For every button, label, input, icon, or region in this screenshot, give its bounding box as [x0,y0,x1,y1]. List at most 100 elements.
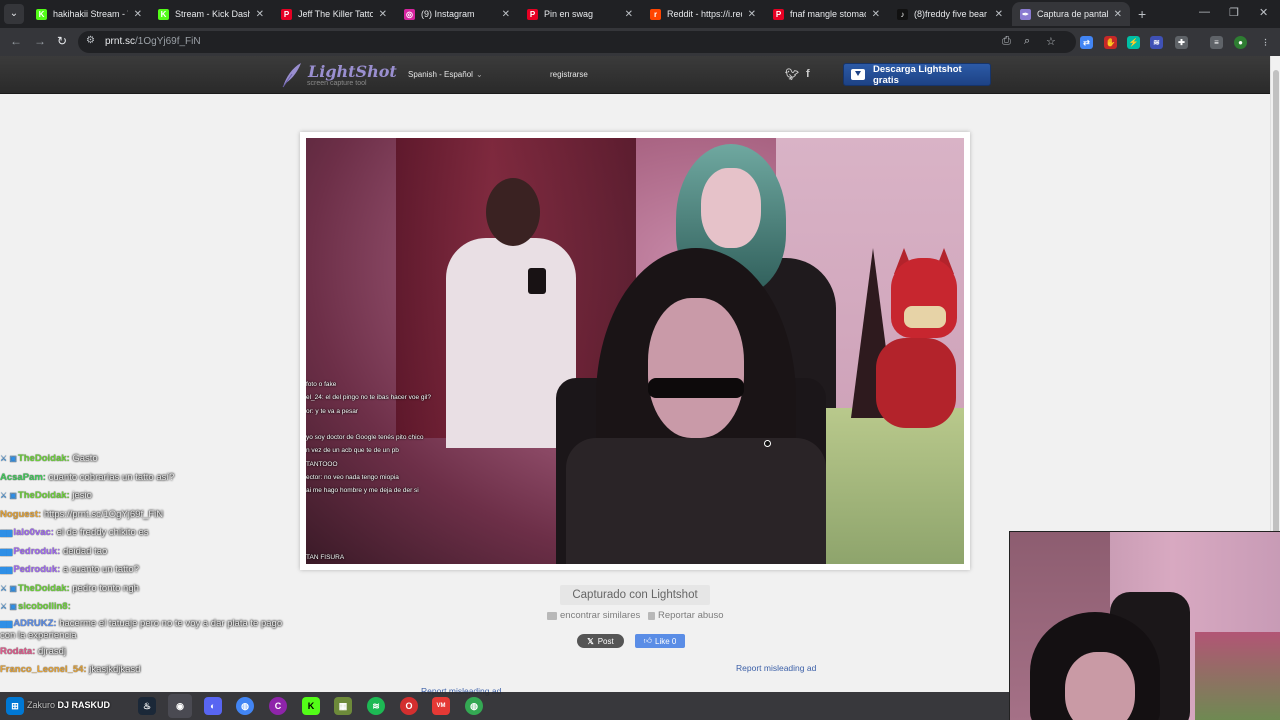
voicemod-icon[interactable]: VM [432,697,450,715]
screenshot-chat-line [306,524,506,537]
tab-favicon-icon: r [650,8,661,20]
chat-text: djrasdj [38,645,67,657]
chat-username[interactable]: Pedroduk: [13,564,60,575]
chat-username[interactable]: TheDoidak: [18,490,70,501]
chat-message: Franco_Leonel_54: jkasjkdjkasd [0,661,290,680]
close-tab-icon[interactable]: ✕ [748,9,756,20]
extensions-puzzle-icon[interactable]: ✚ [1175,36,1188,49]
browser-menu-icon[interactable]: ⋮ [1259,36,1272,49]
extension-audio-icon[interactable]: ≋ [1150,36,1163,49]
address-bar[interactable]: ⚙ prnt.sc/1OgYj69f_FiN ⎙ ⌕ ☆ [78,31,1076,53]
chat-message: ⚔ ▣TheDoidak: jesio [0,487,290,506]
browser-tab[interactable]: Pfnaf mangle stomach ✕ [765,2,888,26]
minimize-button[interactable]: — [1199,6,1210,18]
chat-text: el de freddy chikito es [56,527,149,538]
browser-tab[interactable]: ✒ Captura de pantalla ✕ [1012,2,1130,26]
screenshot-chat-line [306,498,506,511]
kick-icon[interactable]: K [302,697,320,715]
download-lightshot-button[interactable]: Descarga Lightshot gratis [843,63,991,86]
close-tab-icon[interactable]: ✕ [872,9,880,20]
reading-list-icon[interactable]: ≡ [1210,36,1223,49]
close-window-button[interactable]: ✕ [1259,6,1268,19]
chat-text: https://prnt.sc/1OgYj69f_FiN [43,508,164,520]
chat-username[interactable]: Franco_Leonel_54: [0,664,87,675]
sunglasses [648,378,744,398]
minecraft-icon[interactable]: ▦ [334,697,352,715]
screenshot-chat-line: foto o fake [306,381,337,388]
logo-tagline: screen capture tool [307,80,367,87]
close-tab-icon[interactable]: ✕ [134,9,142,20]
foxy-plush [876,338,956,428]
chrome-beta-icon[interactable]: ◍ [465,697,483,715]
discord-icon[interactable]: ◐ [204,697,222,715]
site-info-icon[interactable]: ⚙ [86,35,95,46]
forward-icon[interactable]: → [34,34,46,48]
streamer-face [648,298,744,438]
lightshot-logo[interactable]: LightShot screen capture tool [280,60,397,90]
browser-tab[interactable]: ♪ (8)freddy five bear ✕ [889,2,1011,26]
browser-tab[interactable]: r Reddit - https://i.red ✕ [642,2,764,26]
back-icon[interactable]: ← [10,34,22,48]
chat-username[interactable]: Noguest: [0,509,41,520]
close-tab-icon[interactable]: ✕ [995,9,1003,20]
facebook-icon[interactable]: f [806,68,810,80]
install-icon[interactable]: ⎙ [1002,35,1011,48]
chat-username[interactable]: ADRUKZ: [13,618,56,629]
chat-username[interactable]: Rodata: [0,646,35,657]
windows-start-icon[interactable]: ⊞ [6,697,24,715]
language-selector[interactable]: Spanish - Español ⌄ [408,70,483,79]
tab-search-button[interactable]: ⌄ [4,4,24,24]
close-tab-icon[interactable]: ✕ [1114,9,1122,20]
streamer-shirt [566,438,826,564]
tab-title: Jeff The Killer Tattoo [298,9,373,19]
close-tab-icon[interactable]: ✕ [379,9,387,20]
scrollbar-thumb[interactable] [1273,70,1279,570]
canva-icon[interactable]: C [269,697,287,715]
url-text: prnt.sc/1OgYj69f_FiN [105,36,201,47]
close-tab-icon[interactable]: ✕ [625,9,633,20]
extension-translate-icon[interactable]: ⇄ [1080,36,1093,49]
extension-kick-icon[interactable]: ⚡ [1127,36,1140,49]
chat-username[interactable]: sicobollin8: [18,601,71,612]
screenshot-chat-line: TANTOOO [306,460,338,468]
twitter-icon[interactable]: 🐦︎ [785,68,799,81]
chat-username[interactable]: Pedroduk: [13,546,60,557]
new-tab-button[interactable]: + [1138,6,1146,22]
browser-tab[interactable]: K Stream - Kick Dashbo ✕ [150,2,272,26]
browser-tab[interactable]: Khakihakii Stream - W ✕ [28,2,150,26]
chat-username[interactable]: TheDoidak: [18,453,70,464]
profile-avatar[interactable]: ● [1234,36,1247,49]
report-abuse-link[interactable]: Reportar abuso [648,610,723,621]
obs-icon[interactable]: ◉ [168,694,192,718]
steam-icon[interactable]: ♨ [138,697,156,715]
feather-icon [282,63,301,88]
opera-icon[interactable]: O [400,697,418,715]
screenshot-chat-line: TAN FISURA [306,553,345,561]
chrome-icon[interactable]: ◍ [236,697,254,715]
browser-tab-strip: ⌄ Khakihakii Stream - W ✕ K Stream - Kick D… [0,0,1280,28]
extension-adblock-icon[interactable]: ✋ [1104,36,1117,49]
screenshot-image[interactable]: foto o fake el_24: el del pingo no te iba… [306,138,964,564]
x-post-button[interactable]: 𝕏 Post [577,634,624,648]
close-tab-icon[interactable]: ✕ [256,9,264,20]
bookmark-star-icon[interactable]: ☆ [1046,35,1056,48]
chat-badge-icon: ▆▆ [0,618,13,628]
screenshot-chat-line: yo soy doctor de Google tenés pito chico [306,434,424,442]
chat-username[interactable]: AcsaPam: [0,472,46,483]
browser-tab[interactable]: P Pin en swag ✕ [519,2,641,26]
maximize-button[interactable]: ❐ [1229,6,1239,19]
report-misleading-ad-link[interactable]: Report misleading ad [736,663,816,673]
chat-message: ▆▆ADRUKZ: hacerme el tatuaje pero no te … [0,617,290,643]
register-link[interactable]: registrarse [550,70,588,79]
chat-text: a cuanto un tatto? [62,564,139,575]
chat-username[interactable]: TheDoidak: [18,583,70,594]
find-similar-link[interactable]: encontrar similares [547,610,640,621]
chat-username[interactable]: lalo0vac: [13,527,54,538]
facebook-like-button[interactable]: 👍︎ Like 0 [635,634,685,648]
reload-icon[interactable]: ↻ [57,34,67,48]
close-tab-icon[interactable]: ✕ [502,9,510,20]
zoom-icon[interactable]: ⌕ [1024,35,1030,48]
spotify-icon[interactable]: ≋ [367,697,385,715]
browser-tab[interactable]: P Jeff The Killer Tattoo ✕ [273,2,395,26]
browser-tab[interactable]: ◎ (9) Instagram ✕ [396,2,518,26]
